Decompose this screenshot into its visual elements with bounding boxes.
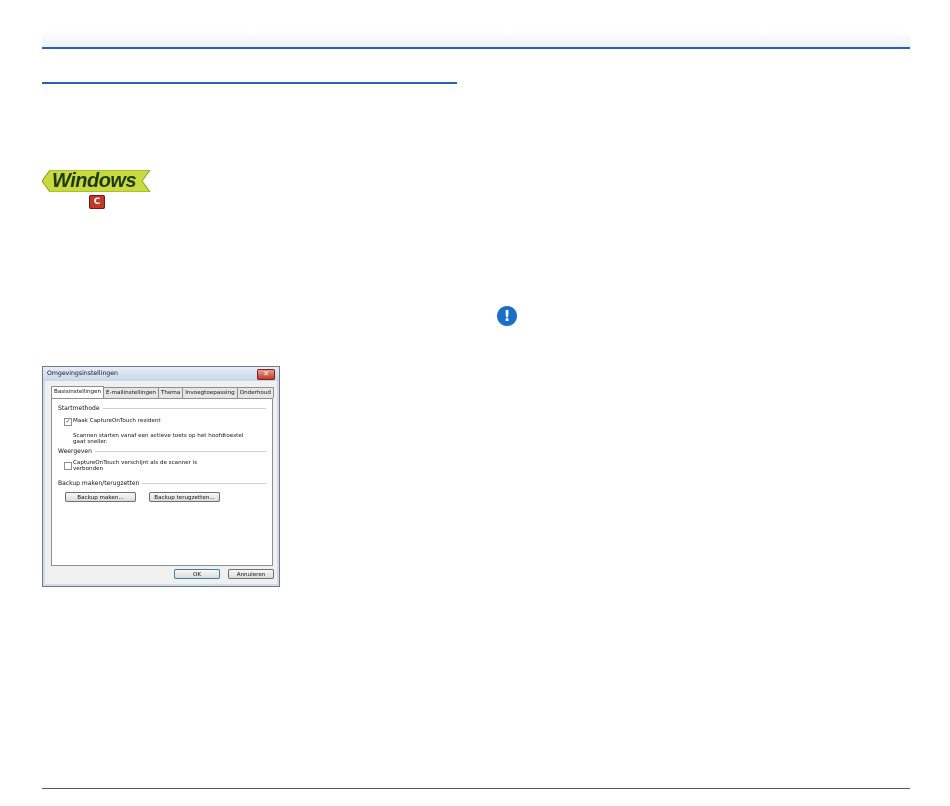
dialog-title: Omgevingsinstellingen — [47, 370, 118, 377]
exclamation-icon: ! — [497, 306, 517, 326]
resident-checkbox[interactable]: ✓ — [64, 418, 72, 426]
windows-badge-label: Windows — [52, 170, 137, 192]
show-on-connect-checkbox[interactable] — [64, 462, 72, 470]
group-label-backup: Backup maken/terugzetten — [58, 480, 143, 487]
tab-e-mailinstellingen[interactable]: E-mailinstellingen — [103, 387, 159, 398]
settings-dialog: Omgevingsinstellingen ✕ Basisinstellinge… — [42, 366, 280, 587]
dialog-body: Basisinstellingen E-mailinstellingen The… — [45, 381, 277, 584]
tab-panel: Startmethode ✓ Maak CaptureOnTouch resid… — [51, 398, 273, 566]
group-label-weergeven: Weergeven — [58, 448, 95, 455]
section-divider — [42, 82, 457, 84]
tab-invoegtoepassing[interactable]: Invoegtoepassing — [182, 387, 238, 398]
page-header-band — [42, 30, 910, 49]
backup-make-button[interactable]: Backup maken... — [65, 492, 136, 502]
ok-button[interactable]: OK — [174, 569, 220, 579]
tab-thema[interactable]: Thema — [157, 387, 184, 398]
footer-divider — [42, 788, 910, 789]
cancel-button[interactable]: Annuleren — [228, 569, 274, 579]
startmethode-description-line2: gaat sneller. — [73, 439, 108, 445]
tab-basisinstellingen[interactable]: Basisinstellingen — [51, 386, 105, 398]
show-on-connect-label-line2: verbonden — [73, 466, 104, 472]
windows-badge: Windows — [42, 170, 150, 192]
dialog-titlebar: Omgevingsinstellingen ✕ — [43, 367, 279, 381]
tab-bar: Basisinstellingen E-mailinstellingen The… — [51, 386, 274, 398]
backup-restore-button[interactable]: Backup terugzetten... — [149, 492, 220, 502]
capture-on-touch-icon: C — [89, 195, 105, 209]
tab-onderhoud[interactable]: Onderhoud — [236, 387, 274, 398]
close-button[interactable]: ✕ — [257, 369, 275, 380]
group-label-startmethode: Startmethode — [58, 405, 103, 412]
resident-checkbox-label: Maak CaptureOnTouch resident — [73, 418, 161, 424]
